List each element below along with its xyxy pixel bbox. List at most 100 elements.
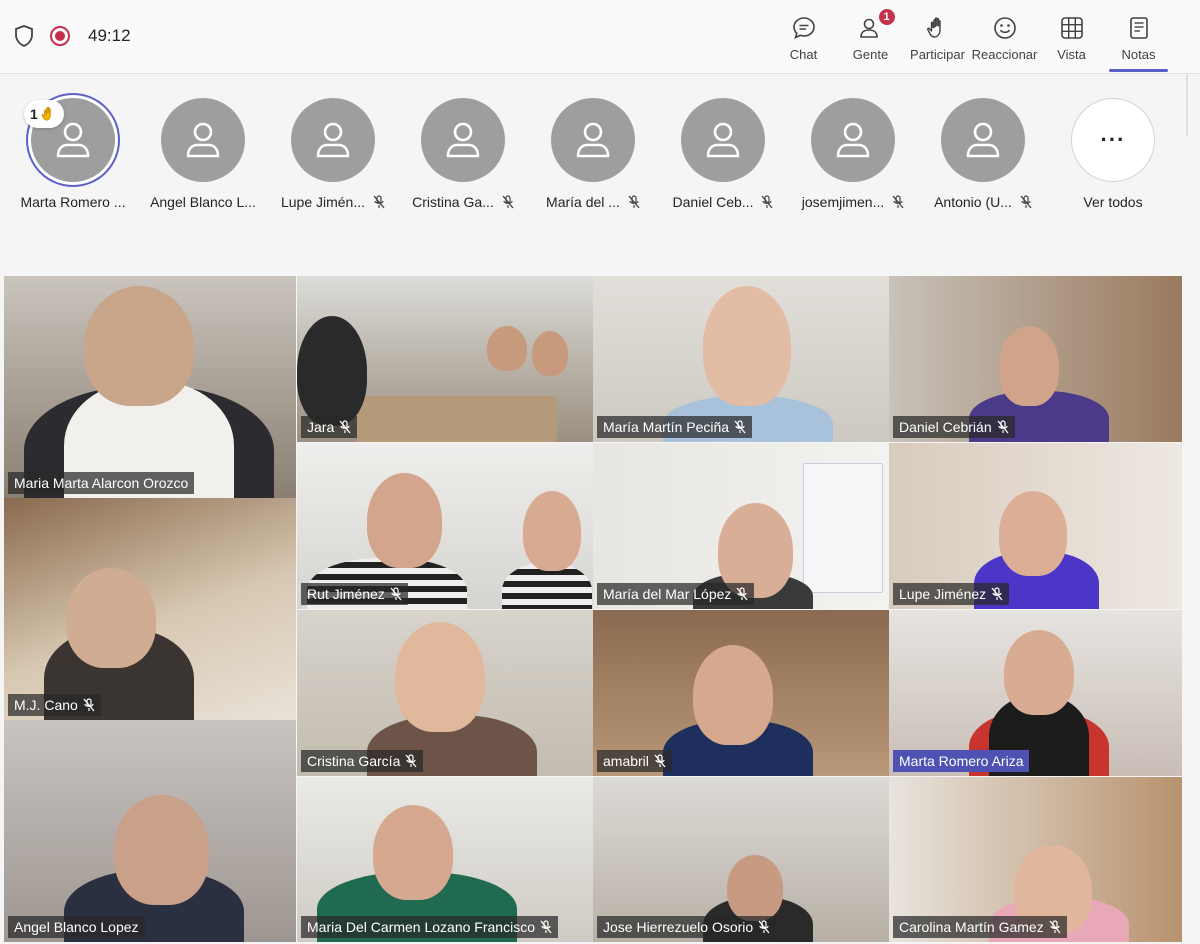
- mic-off-icon: [892, 195, 904, 209]
- participant-name: Rut Jiménez: [307, 586, 385, 602]
- participant-name: Lupe Jiménez: [899, 586, 987, 602]
- see-all-label: Ver todos: [1083, 194, 1143, 210]
- attendee-card[interactable]: María del ...: [528, 98, 658, 210]
- attendee-card[interactable]: Antonio (U...: [918, 98, 1048, 210]
- mic-off-icon: [736, 587, 748, 601]
- mic-off-icon: [405, 754, 417, 768]
- chat-button[interactable]: Chat: [770, 0, 837, 74]
- participant-label: María del Mar López: [597, 583, 755, 605]
- participant-label: Maria Marta Alarcon Orozco: [8, 472, 195, 494]
- mic-off-icon: [540, 920, 552, 934]
- mic-off-icon: [628, 195, 640, 209]
- participant-name: Daniel Cebrián: [899, 419, 992, 435]
- hand-icon: [924, 14, 952, 42]
- video-tile[interactable]: amabril: [593, 610, 889, 776]
- video-tile[interactable]: María del Mar López: [593, 443, 889, 609]
- recording-icon[interactable]: [50, 26, 70, 46]
- participant-label: Cristina García: [301, 750, 424, 772]
- view-label: Vista: [1057, 47, 1086, 62]
- people-icon: 1: [857, 9, 895, 42]
- react-label: Reaccionar: [971, 47, 1038, 62]
- video-tile[interactable]: Maria Marta Alarcon Orozco: [4, 276, 296, 498]
- video-grid: Maria Marta Alarcon Orozco M.J. Cano Ang…: [4, 276, 1182, 942]
- attendee-name: josemjimen...: [801, 194, 885, 210]
- video-tile[interactable]: Daniel Cebrián: [889, 276, 1182, 442]
- people-button[interactable]: 1 Gente: [837, 0, 904, 74]
- shield-icon[interactable]: [14, 25, 34, 47]
- avatar: [421, 98, 505, 182]
- participant-name: amabril: [603, 753, 649, 769]
- raise-hand-label: Participar: [910, 47, 965, 62]
- participant-label: amabril: [597, 750, 672, 772]
- participant-label: Jara: [301, 416, 358, 438]
- attendee-name: María del ...: [546, 194, 620, 210]
- participant-label: M.J. Cano: [8, 694, 101, 716]
- video-tile[interactable]: Cristina García: [297, 610, 593, 776]
- participant-name: María del Mar López: [603, 586, 732, 602]
- notes-label: Notas: [1121, 47, 1156, 62]
- mic-off-icon: [373, 195, 385, 209]
- participant-name: Angel Blanco Lopez: [14, 919, 139, 935]
- see-all-button[interactable]: ··· Ver todos: [1048, 98, 1178, 210]
- grid-icon: [1058, 14, 1086, 42]
- meeting-status: 49:12: [14, 25, 131, 47]
- mic-off-icon: [390, 587, 402, 601]
- video-tile[interactable]: Angel Blanco Lopez: [4, 720, 296, 942]
- participant-label: Carolina Martín Gamez: [893, 916, 1067, 938]
- participant-label: Lupe Jiménez: [893, 583, 1010, 605]
- avatar: [551, 98, 635, 182]
- video-tile[interactable]: Rut Jiménez: [297, 443, 593, 609]
- participant-label: Rut Jiménez: [301, 583, 408, 605]
- react-button[interactable]: Reaccionar: [971, 0, 1038, 74]
- video-tile[interactable]: M.J. Cano: [4, 498, 296, 720]
- mic-off-icon: [1020, 195, 1032, 209]
- participant-name: Carolina Martín Gamez: [899, 919, 1044, 935]
- view-button[interactable]: Vista: [1038, 0, 1105, 74]
- meeting-actions: Chat 1 Gente Participar Reaccionar Vista…: [770, 0, 1172, 74]
- video-tile[interactable]: Carolina Martín Gamez: [889, 777, 1182, 942]
- more-icon: ···: [1071, 98, 1155, 182]
- attendee-name: Lupe Jimén...: [280, 194, 366, 210]
- mic-off-icon: [83, 698, 95, 712]
- participant-name: Jara: [307, 419, 335, 435]
- video-tile[interactable]: Marta Romero Ariza: [889, 610, 1182, 776]
- hand-icon: [41, 106, 51, 121]
- person-icon: [966, 122, 1000, 158]
- attendee-card[interactable]: 1 Marta Romero ...: [8, 98, 138, 210]
- hand-order: 1: [30, 106, 38, 122]
- raised-hand-badge: 1: [24, 100, 64, 128]
- attendee-card[interactable]: Lupe Jimén...: [268, 98, 398, 210]
- video-tile[interactable]: Jose Hierrezuelo Osorio: [593, 777, 889, 942]
- participant-name: Marta Romero Ariza: [899, 753, 1024, 769]
- mic-off-icon: [1049, 920, 1061, 934]
- meeting-timer: 49:12: [88, 26, 131, 45]
- participant-label: Angel Blanco Lopez: [8, 916, 145, 938]
- attendee-card[interactable]: Angel Blanco L...: [138, 98, 268, 210]
- notes-button[interactable]: Notas: [1105, 0, 1172, 74]
- participant-name: María Martín Peciña: [603, 419, 730, 435]
- attendee-card[interactable]: Daniel Ceb...: [658, 98, 788, 210]
- attendee-name: Marta Romero ...: [20, 194, 126, 210]
- avatar: [161, 98, 245, 182]
- attendee-card[interactable]: Cristina Ga...: [398, 98, 528, 210]
- participant-label: María Martín Peciña: [597, 416, 753, 438]
- attendee-strip: 1 Marta Romero ... Angel Blanco L... Lup…: [0, 80, 1200, 230]
- avatar: [941, 98, 1025, 182]
- avatar: [291, 98, 375, 182]
- person-icon: [706, 122, 740, 158]
- video-tile[interactable]: Lupe Jiménez: [889, 443, 1182, 609]
- mic-off-icon: [339, 420, 351, 434]
- video-tile[interactable]: Jara: [297, 276, 593, 442]
- participant-label: Marta Romero Ariza: [893, 750, 1030, 772]
- person-icon: [576, 122, 610, 158]
- notes-icon: [1125, 14, 1153, 42]
- mic-off-icon: [997, 420, 1009, 434]
- mic-off-icon: [758, 920, 770, 934]
- meeting-toolbar: 49:12 Chat 1 Gente Participar Reaccionar…: [0, 0, 1200, 74]
- attendee-card[interactable]: josemjimen...: [788, 98, 918, 210]
- mic-off-icon: [502, 195, 514, 209]
- attendee-name: Angel Blanco L...: [150, 194, 256, 210]
- raise-hand-button[interactable]: Participar: [904, 0, 971, 74]
- video-tile[interactable]: Maria Del Carmen Lozano Francisco: [297, 777, 593, 942]
- video-tile[interactable]: María Martín Peciña: [593, 276, 889, 442]
